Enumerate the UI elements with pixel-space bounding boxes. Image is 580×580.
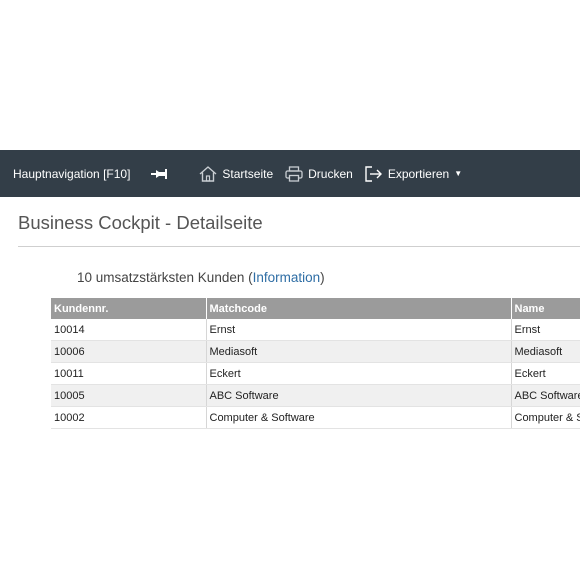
column-header-name[interactable]: Name <box>511 298 580 319</box>
subtitle-text: 10 umsatzstärksten Kunden <box>77 270 245 285</box>
cell-matchcode: Ernst <box>206 319 512 341</box>
cell-kundennr: 10011 <box>51 362 207 385</box>
column-header-kundennr[interactable]: Kundennr. <box>51 298 207 319</box>
table-row[interactable]: 10002 Computer & Software Computer & Sof… <box>51 406 580 429</box>
cell-name: Computer & Software <box>511 406 580 429</box>
cell-matchcode: Mediasoft <box>206 340 512 363</box>
caret-down-icon: ▼ <box>454 169 463 178</box>
column-header-matchcode[interactable]: Matchcode <box>206 298 512 319</box>
cell-matchcode: Eckert <box>206 362 512 385</box>
home-icon <box>199 165 217 182</box>
cell-name: Ernst <box>511 319 580 341</box>
customers-table-container: Kundennr. Matchcode Name 10014 Ernst Ern… <box>51 298 580 429</box>
print-label: Drucken <box>308 166 353 181</box>
information-link[interactable]: Information <box>253 270 321 285</box>
export-label: Exportieren <box>387 166 450 181</box>
subtitle-paren-close: ) <box>320 270 325 285</box>
printer-icon <box>285 165 303 182</box>
cell-kundennr: 10006 <box>51 340 207 363</box>
cell-kundennr: 10005 <box>51 384 207 407</box>
table-row[interactable]: 10011 Eckert Eckert <box>51 362 580 385</box>
cell-name: Mediasoft <box>511 340 580 363</box>
customers-table: Kundennr. Matchcode Name 10014 Ernst Ern… <box>51 298 580 429</box>
table-row[interactable]: 10005 ABC Software ABC Software <box>51 384 580 407</box>
main-navigation-button[interactable]: Hauptnavigation [F10] <box>13 167 130 181</box>
cell-kundennr: 10002 <box>51 406 207 429</box>
section-subtitle: 10 umsatzstärksten Kunden (Information) <box>77 270 325 285</box>
top-toolbar: Hauptnavigation [F10] Startseite Drucken… <box>0 150 580 197</box>
cell-name: ABC Software <box>511 384 580 407</box>
table-row[interactable]: 10014 Ernst Ernst <box>51 319 580 341</box>
export-icon <box>365 165 383 182</box>
home-label: Startseite <box>222 166 274 181</box>
cell-name: Eckert <box>511 362 580 385</box>
subtitle-paren-open: ( <box>244 270 253 285</box>
cell-matchcode: ABC Software <box>206 384 512 407</box>
table-header-row: Kundennr. Matchcode Name <box>51 298 580 319</box>
cell-matchcode: Computer & Software <box>206 406 512 429</box>
home-button[interactable]: Startseite <box>199 165 274 182</box>
page-title: Business Cockpit - Detailseite <box>18 212 263 233</box>
pin-icon[interactable] <box>151 167 169 181</box>
cell-kundennr: 10014 <box>51 319 207 341</box>
title-divider <box>18 246 580 247</box>
export-dropdown[interactable]: Exportieren ▼ <box>365 165 463 182</box>
table-row[interactable]: 10006 Mediasoft Mediasoft <box>51 340 580 363</box>
print-button[interactable]: Drucken <box>285 165 353 182</box>
